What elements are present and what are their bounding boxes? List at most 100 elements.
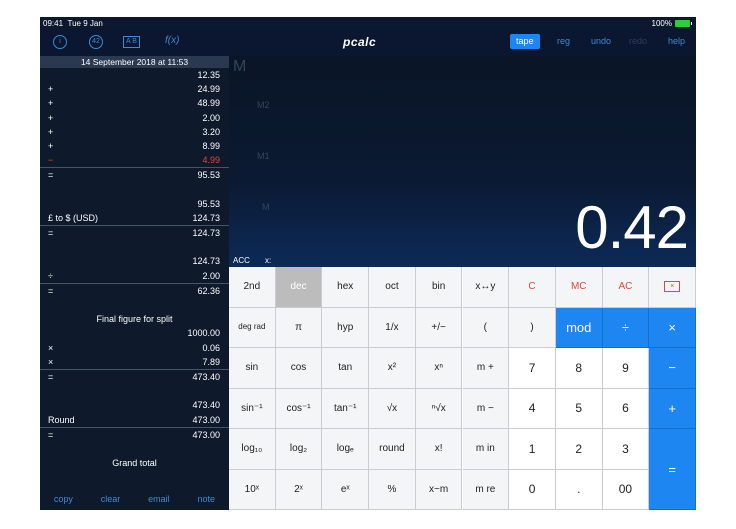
memory-recall-key[interactable]: m re bbox=[462, 469, 510, 510]
variables-button[interactable]: 42 bbox=[89, 35, 103, 49]
tape-panel[interactable]: 14 September 2018 at 11:53 12.35 +24.99 +4… bbox=[40, 56, 229, 510]
arccos-key[interactable]: cos⁻¹ bbox=[275, 388, 323, 429]
email-button[interactable]: email bbox=[148, 494, 170, 504]
digit-9-key[interactable]: 9 bbox=[602, 348, 650, 389]
exp-key[interactable]: eˣ bbox=[322, 469, 370, 510]
percent-key[interactable]: % bbox=[369, 469, 416, 510]
open-paren-key[interactable]: ( bbox=[462, 307, 510, 348]
x-swap-m-key[interactable]: x~m bbox=[415, 469, 463, 510]
tape-value: 2.00 bbox=[202, 270, 220, 281]
double-zero-key[interactable]: 00 bbox=[602, 469, 650, 510]
mod-key[interactable]: mod bbox=[555, 307, 603, 348]
tape-operator: = bbox=[48, 371, 54, 382]
toolbar: i 42 A B f(x) pcalc tape reg undo redo h… bbox=[40, 30, 696, 56]
digit-6-key[interactable]: 6 bbox=[602, 388, 650, 429]
memory-clear-key[interactable]: MC bbox=[555, 267, 603, 308]
tape-operator: + bbox=[48, 140, 54, 151]
redo-button[interactable]: redo bbox=[629, 34, 647, 49]
dec-key[interactable]: dec bbox=[275, 267, 323, 308]
hex-key[interactable]: hex bbox=[322, 267, 370, 308]
help-button[interactable]: help bbox=[668, 34, 685, 49]
tape-value: 95.53 bbox=[197, 170, 220, 181]
pow10-key[interactable]: 10ˣ bbox=[229, 469, 276, 510]
undo-button[interactable]: undo bbox=[591, 34, 611, 49]
tape-operator: = bbox=[48, 170, 54, 181]
functions-button[interactable]: f(x) bbox=[165, 35, 179, 46]
tape-value: 95.53 bbox=[197, 198, 220, 209]
digit-1-key[interactable]: 1 bbox=[509, 429, 556, 470]
digit-2-key[interactable]: 2 bbox=[555, 429, 603, 470]
round-key[interactable]: round bbox=[369, 429, 416, 470]
tape-value: 7.89 bbox=[202, 356, 220, 367]
tape-row: ÷ 2.00 bbox=[40, 269, 229, 283]
tape-row: Final figure for split bbox=[40, 312, 229, 326]
arcsin-key[interactable]: sin⁻¹ bbox=[229, 388, 276, 429]
tape-value: 48.99 bbox=[197, 98, 220, 109]
all-clear-key[interactable]: AC bbox=[602, 267, 650, 308]
tape-value: 62.36 bbox=[197, 285, 220, 296]
memory-add-key[interactable]: m + bbox=[462, 348, 510, 389]
info-icon[interactable]: i bbox=[53, 35, 67, 49]
log10-key[interactable]: log₁₀ bbox=[229, 429, 276, 470]
factorial-key[interactable]: x! bbox=[415, 429, 463, 470]
cos-key[interactable]: cos bbox=[275, 348, 323, 389]
digit-5-key[interactable]: 5 bbox=[555, 388, 603, 429]
reg-button[interactable]: reg bbox=[557, 34, 570, 49]
tape-value: 473.40 bbox=[192, 400, 220, 411]
equals-key[interactable]: = bbox=[649, 429, 696, 510]
tape-row: = 124.73 bbox=[40, 225, 229, 240]
tan-key[interactable]: tan bbox=[322, 348, 370, 389]
tape-value: 0.06 bbox=[202, 342, 220, 353]
tape-operator: = bbox=[48, 429, 54, 440]
add-key[interactable]: + bbox=[649, 388, 696, 429]
multiply-key[interactable]: × bbox=[649, 307, 696, 348]
result-value: 0.42 bbox=[575, 194, 689, 261]
tape-button[interactable]: tape bbox=[510, 34, 540, 49]
reciprocal-key[interactable]: 1/x bbox=[369, 307, 416, 348]
tape-row: 124.73 bbox=[40, 254, 229, 268]
memory-in-key[interactable]: m in bbox=[462, 429, 510, 470]
memory-subtract-key[interactable]: m − bbox=[462, 388, 510, 429]
pi-key[interactable]: π bbox=[275, 307, 323, 348]
sqrt-key[interactable]: √x bbox=[369, 388, 416, 429]
note-button[interactable]: note bbox=[198, 494, 216, 504]
digit-8-key[interactable]: 8 bbox=[555, 348, 603, 389]
digit-3-key[interactable]: 3 bbox=[602, 429, 650, 470]
ln-key[interactable]: logₑ bbox=[322, 429, 370, 470]
tape-row: = 473.40 bbox=[40, 368, 229, 384]
sin-key[interactable]: sin bbox=[229, 348, 276, 389]
tape-value: 24.99 bbox=[197, 84, 220, 95]
subtract-key[interactable]: − bbox=[649, 348, 696, 389]
tape-row bbox=[40, 240, 229, 254]
decimal-key[interactable]: . bbox=[555, 469, 603, 510]
copy-button[interactable]: copy bbox=[54, 494, 73, 504]
arctan-key[interactable]: tan⁻¹ bbox=[322, 388, 370, 429]
tape-operator: = bbox=[48, 228, 54, 239]
bin-key[interactable]: bin bbox=[415, 267, 463, 308]
digit-7-key[interactable]: 7 bbox=[509, 348, 556, 389]
swap-key[interactable]: x↔y bbox=[462, 267, 510, 308]
ab-button[interactable]: A B bbox=[123, 36, 140, 48]
divide-key[interactable]: ÷ bbox=[602, 307, 650, 348]
close-paren-key[interactable]: ) bbox=[509, 307, 556, 348]
digit-0-key[interactable]: 0 bbox=[509, 469, 556, 510]
log2-key[interactable]: log₂ bbox=[275, 429, 323, 470]
oct-key[interactable]: oct bbox=[369, 267, 416, 308]
tape-row: = 95.53 bbox=[40, 167, 229, 182]
status-time-date: 09:41 Tue 9 Jan bbox=[43, 17, 103, 30]
hyp-key[interactable]: hyp bbox=[322, 307, 370, 348]
power-key[interactable]: xⁿ bbox=[415, 348, 463, 389]
x-register-label: x: bbox=[265, 256, 272, 265]
deg-rad-key[interactable]: deg rad bbox=[229, 307, 276, 348]
tape-row bbox=[40, 298, 229, 312]
nth-root-key[interactable]: ⁿ√x bbox=[415, 388, 463, 429]
digit-4-key[interactable]: 4 bbox=[509, 388, 556, 429]
pow2-key[interactable]: 2ˣ bbox=[275, 469, 323, 510]
clear-button[interactable]: clear bbox=[101, 494, 121, 504]
second-key[interactable]: 2nd bbox=[229, 267, 276, 308]
tape-operator: + bbox=[48, 98, 54, 109]
square-key[interactable]: x² bbox=[369, 348, 416, 389]
backspace-key[interactable]: × bbox=[649, 267, 696, 308]
negate-key[interactable]: +/− bbox=[415, 307, 463, 348]
clear-key[interactable]: C bbox=[509, 267, 556, 308]
